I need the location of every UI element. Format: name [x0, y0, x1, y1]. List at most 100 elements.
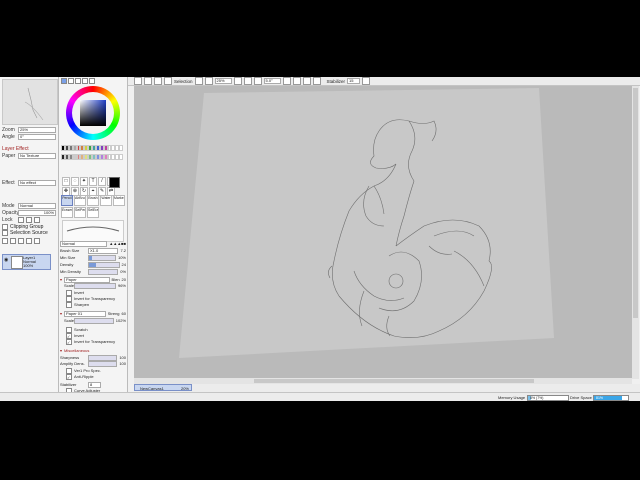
opacity-field[interactable]: 100% [18, 210, 56, 216]
blend-mode-select[interactable]: Normal [18, 203, 56, 209]
brush-paper-num[interactable]: 20 [122, 277, 126, 282]
invert-selection-icon[interactable] [154, 77, 162, 85]
invert-transparency2-row[interactable]: ✓ Invert for Transparency [60, 338, 132, 345]
invert-transparency2-checkbox[interactable]: ✓ [66, 338, 72, 345]
hsv-slider-icon[interactable] [75, 78, 81, 84]
rotate-reset-icon[interactable] [292, 77, 301, 85]
brush-tool-pencil[interactable]: Pencil [61, 195, 73, 206]
swatch-mode-icon[interactable] [82, 78, 88, 84]
rgb-slider-icon[interactable] [68, 78, 74, 84]
brush-tool-marker[interactable]: Marker [113, 195, 125, 206]
brush-blend-select[interactable]: Normal [60, 240, 108, 247]
blend-mode-row[interactable]: Mode Normal [2, 203, 56, 209]
brush-size-multiplier[interactable]: X1.0 [88, 247, 119, 254]
ver1-row[interactable]: Ver1 Pro Spec. [60, 367, 132, 374]
invert2-row[interactable]: ✓ Invert [60, 332, 132, 339]
deselect-icon[interactable] [144, 77, 152, 85]
color-square[interactable] [80, 100, 106, 126]
collapse-icon[interactable]: ▾ [60, 277, 62, 282]
brush-size-value[interactable]: 7.2 [120, 248, 126, 253]
misc-header[interactable]: ▾ Miscellaneous [60, 348, 126, 353]
toolbar-angle-field[interactable]: 5.0° [263, 78, 281, 84]
color-wheel-mode-icon[interactable] [61, 78, 67, 84]
canvas-drawing[interactable] [134, 86, 632, 379]
zoom-out-icon[interactable] [204, 77, 213, 85]
brush-tool-selpen[interactable]: SelPen [74, 207, 86, 218]
brush-paper-row[interactable]: ▾ Paper Blen 20 [60, 276, 126, 283]
brush-tool-selera[interactable]: SelEra [87, 207, 99, 218]
foreground-color[interactable] [109, 177, 120, 188]
min-size-slider[interactable] [88, 254, 116, 261]
amplify-slider[interactable] [88, 360, 118, 367]
brush-blend-row[interactable]: Normal ▲▲▲■■ [60, 240, 126, 247]
scale2-row[interactable]: Scale 102% [60, 317, 126, 324]
zoom-reset-icon[interactable] [233, 77, 242, 85]
density-row[interactable]: Density 24 [60, 261, 126, 268]
paper01-num[interactable]: 60 [122, 311, 126, 316]
layer-effect-select[interactable]: No effect [18, 180, 56, 186]
sharpen-checkbox[interactable] [66, 301, 72, 308]
misc-collapse-icon[interactable]: ▾ [60, 348, 62, 353]
lock-row[interactable]: Lock [2, 217, 56, 223]
scratchpad-icon[interactable] [89, 78, 95, 84]
lasso-icon[interactable]: ◌ [71, 177, 79, 186]
invert-row[interactable]: Invert [60, 289, 132, 296]
scale-row[interactable]: Scale 96% [60, 282, 126, 289]
flip-horizontal-icon[interactable] [302, 77, 311, 85]
selection-visible-icon[interactable] [164, 77, 172, 85]
zoom-fit-icon[interactable] [243, 77, 252, 85]
invert-transparency-row[interactable]: Invert for Transparency [60, 295, 132, 302]
navigator-zoom-field[interactable]: 25% [18, 127, 56, 133]
toolbar-stabilizer-select[interactable]: 15 [347, 78, 361, 84]
paper01-row[interactable]: ▾ Paper 01 Streng 60 [60, 310, 126, 317]
brush-paper-blend[interactable]: Blen [112, 277, 120, 282]
layer-effect-header[interactable]: Layer Effect [2, 146, 56, 152]
vertical-scrollbar[interactable] [632, 86, 639, 379]
horizontal-scroll-thumb[interactable] [254, 379, 534, 383]
layer-effect-row[interactable]: Effect No effect [2, 180, 56, 186]
brush-tool-eraser[interactable]: Eraser [61, 207, 73, 218]
antiripple-row[interactable]: ✓ Anti-Ripple [60, 373, 132, 380]
selection-source-checkbox[interactable] [2, 230, 8, 236]
paper01-streng[interactable]: Streng [108, 311, 120, 316]
navigator-angle-row[interactable]: Angle 0° [2, 134, 56, 140]
scale2-slider[interactable] [74, 317, 114, 324]
new-layer-icon[interactable] [2, 238, 8, 244]
merge-layer-icon[interactable] [18, 238, 24, 244]
layer-item[interactable]: ◉ Layer1 Normal 100% [2, 254, 51, 270]
layer-paper-select[interactable]: No Texture [18, 153, 56, 159]
select-all-icon[interactable] [134, 77, 142, 85]
density-slider[interactable] [88, 261, 120, 268]
new-folder-icon[interactable] [10, 238, 16, 244]
clear-layer-icon[interactable] [26, 238, 32, 244]
navigator-icon[interactable] [362, 77, 371, 85]
brush-size-row[interactable]: Brush Size X1.0 7.2 [60, 247, 126, 254]
min-density-row[interactable]: Min Density 0% [60, 268, 126, 275]
selection-label[interactable]: Selection [174, 79, 193, 84]
eye-icon[interactable]: ◉ [4, 257, 8, 263]
eyedropper-icon[interactable]: / [98, 177, 106, 186]
stabilizer-row[interactable]: Stabilizer 8 [60, 381, 126, 388]
min-density-slider[interactable] [88, 268, 119, 275]
brush-shape-icons[interactable]: ▲▲▲■■ [109, 241, 126, 246]
scale-slider[interactable] [74, 282, 116, 289]
canvas-area[interactable] [134, 86, 632, 379]
antiripple-checkbox[interactable]: ✓ [66, 373, 72, 380]
lock-move-icon[interactable] [34, 217, 40, 223]
tab-newcanvas1[interactable]: NewCanvas1 20% [134, 384, 192, 391]
navigator-thumbnail[interactable] [2, 79, 58, 125]
paper01-select[interactable]: Paper 01 [64, 310, 106, 317]
delete-layer-icon[interactable] [34, 238, 40, 244]
sharpness-row[interactable]: Sharpness 100 [60, 354, 126, 361]
flip-vertical-icon[interactable] [312, 77, 321, 85]
scratch-row[interactable]: Scratch [60, 326, 132, 333]
zoom-in-icon[interactable] [194, 77, 203, 85]
toolbar-zoom-field[interactable]: 25% [214, 78, 232, 84]
lock-icon[interactable] [18, 217, 24, 223]
lock-alpha-icon[interactable] [26, 217, 32, 223]
navigator-zoom-row[interactable]: Zoom 25% [2, 127, 56, 133]
brush-tool-water[interactable]: Water [100, 195, 112, 206]
opacity-row[interactable]: Opacity 100% [2, 210, 56, 216]
brush-tool-airbrush[interactable]: AirBrush [74, 195, 86, 206]
min-size-row[interactable]: Min Size 10% [60, 254, 126, 261]
